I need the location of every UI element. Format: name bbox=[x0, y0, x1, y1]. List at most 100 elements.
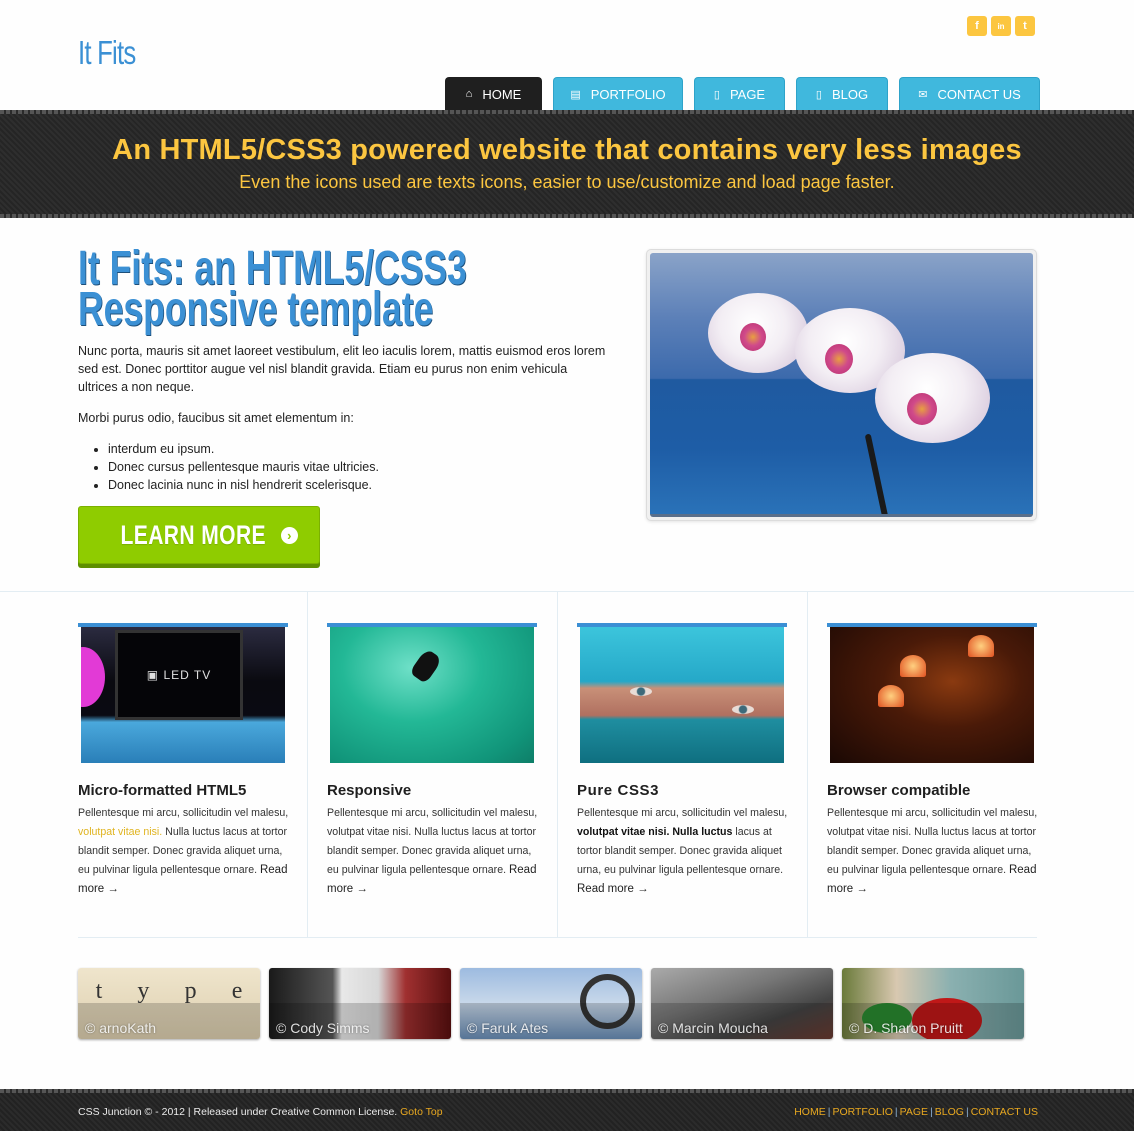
goto-top-link[interactable]: Goto Top bbox=[400, 1106, 442, 1118]
image-letter: y bbox=[137, 978, 150, 1004]
list-item: interdum eu ipsum. bbox=[108, 440, 608, 458]
gallery-caption: © Faruk Ates bbox=[467, 1020, 549, 1036]
gallery-thumb[interactable]: © Marcin Moucha bbox=[651, 968, 833, 1039]
text: Pellentesque mi arcu, sollicitudin vel m… bbox=[827, 807, 1038, 876]
gallery-caption: © D. Sharon Pruitt bbox=[849, 1020, 963, 1036]
bold-text: volutpat vitae nisi. Nulla luctus bbox=[577, 826, 733, 838]
feature-title: Browser compatible bbox=[827, 782, 971, 799]
separator: | bbox=[894, 1106, 898, 1118]
site-header: It Fits f in t ⌂ HOME ▤ PORTFOLIO ▯ PAGE… bbox=[0, 0, 1134, 110]
gallery-caption: © Cody Simms bbox=[276, 1020, 370, 1036]
nav-tab-label: PORTFOLIO bbox=[590, 86, 666, 102]
image-detail bbox=[900, 655, 926, 677]
nav-tab-label: PAGE bbox=[729, 86, 766, 102]
hero-paragraph: Nunc porta, mauris sit amet laoreet vest… bbox=[78, 344, 606, 394]
image-detail bbox=[580, 974, 635, 1029]
footer-link-home[interactable]: HOME bbox=[794, 1106, 826, 1118]
image-letter: e bbox=[231, 978, 243, 1004]
text: Pellentesque mi arcu, sollicitudin vel m… bbox=[577, 807, 788, 819]
text: Pellentesque mi arcu, sollicitudin vel m… bbox=[78, 807, 289, 819]
hero-image-orchid bbox=[650, 253, 1033, 517]
feature-card: Pure CSS3 Pellentesque mi arcu, sollicit… bbox=[577, 592, 797, 938]
chevron-right-circle-icon: › bbox=[280, 526, 298, 544]
main-nav: ⌂ HOME ▤ PORTFOLIO ▯ PAGE ▯ BLOG ✉ CONTA… bbox=[445, 77, 1040, 110]
notebook-icon: ▤ bbox=[570, 88, 581, 101]
image-detail: t y p e bbox=[78, 978, 260, 1005]
nav-tab-home[interactable]: ⌂ HOME bbox=[445, 77, 542, 110]
gallery-thumb[interactable]: © Cody Simms bbox=[269, 968, 451, 1039]
separator: | bbox=[930, 1106, 933, 1118]
feature-card: Browser compatible Pellentesque mi arcu,… bbox=[827, 592, 1047, 938]
image-detail bbox=[732, 705, 754, 714]
separator: | bbox=[827, 1106, 831, 1118]
feature-text: Pellentesque mi arcu, sollicitudin vel m… bbox=[327, 804, 542, 899]
orchid-flower bbox=[875, 353, 990, 443]
hero-bullet-list: interdum eu ipsum. Donec cursus pellente… bbox=[108, 440, 608, 494]
home-icon: ⌂ bbox=[465, 88, 473, 100]
nav-tab-portfolio[interactable]: ▤ PORTFOLIO bbox=[553, 77, 683, 110]
nav-tab-page[interactable]: ▯ PAGE bbox=[694, 77, 785, 110]
social-links: f in t bbox=[967, 16, 1035, 36]
column-divider bbox=[807, 592, 808, 938]
column-divider bbox=[557, 592, 558, 938]
separator: | bbox=[965, 1106, 969, 1118]
features-section: ▣ LED TV Micro-formatted HTML5 Pellentes… bbox=[0, 591, 1134, 938]
gallery-caption: © Marcin Moucha bbox=[658, 1020, 768, 1036]
footer-nav: HOME | PORTFOLIO | PAGE | BLOG | CONTACT US bbox=[794, 1106, 1038, 1118]
gallery-thumb[interactable]: © Faruk Ates bbox=[460, 968, 642, 1039]
feature-title: Responsive bbox=[327, 782, 412, 799]
image-detail bbox=[968, 635, 994, 657]
highlight-link[interactable]: volutpat vitae nisi. bbox=[78, 826, 162, 838]
gallery-caption: © arnoKath bbox=[85, 1020, 157, 1036]
feature-title: Pure CSS3 bbox=[577, 782, 660, 799]
gallery-thumb[interactable]: t y p e © arnoKath bbox=[78, 968, 260, 1039]
image-letter: p bbox=[184, 978, 197, 1004]
hero-image-frame bbox=[646, 249, 1037, 521]
banner-headline: An HTML5/CSS3 powered website that conta… bbox=[112, 134, 1022, 166]
footer-copyright: CSS Junction © - 2012 | Released under C… bbox=[78, 1106, 443, 1118]
hero-body: Nunc porta, mauris sit amet laoreet vest… bbox=[78, 342, 608, 494]
footer-link-blog[interactable]: BLOG bbox=[935, 1106, 964, 1118]
hero-paragraph: Morbi purus odio, faucibus sit amet elem… bbox=[78, 411, 354, 425]
image-detail bbox=[630, 687, 652, 696]
feature-text: Pellentesque mi arcu, sollicitudin vel m… bbox=[577, 804, 792, 899]
site-logo[interactable]: It Fits bbox=[78, 34, 136, 72]
nav-tab-contact[interactable]: ✉ CONTACT US bbox=[899, 77, 1040, 110]
copyright-text: CSS Junction © - 2012 | Released under C… bbox=[78, 1106, 401, 1118]
nav-tab-blog[interactable]: ▯ BLOG bbox=[796, 77, 888, 110]
feature-text: Pellentesque mi arcu, sollicitudin vel m… bbox=[78, 804, 293, 899]
feature-image[interactable] bbox=[830, 627, 1034, 763]
nav-tab-label: BLOG bbox=[831, 86, 869, 102]
image-detail bbox=[81, 647, 105, 707]
feature-image[interactable] bbox=[330, 627, 534, 763]
section-divider bbox=[78, 937, 1037, 938]
photo-gallery: t y p e © arnoKath © Cody Simms © Faruk … bbox=[78, 968, 1024, 1039]
learn-more-button[interactable]: LEARN MORE › bbox=[78, 506, 320, 564]
feature-image[interactable]: ▣ LED TV bbox=[81, 627, 285, 763]
facebook-icon[interactable]: f bbox=[967, 16, 987, 36]
feature-card: ▣ LED TV Micro-formatted HTML5 Pellentes… bbox=[78, 592, 298, 938]
image-detail: ▣ LED TV bbox=[115, 630, 243, 720]
feature-card: Responsive Pellentesque mi arcu, sollici… bbox=[327, 592, 547, 938]
footer-link-portfolio[interactable]: PORTFOLIO bbox=[832, 1106, 892, 1118]
footer-link-page[interactable]: PAGE bbox=[900, 1106, 928, 1118]
envelope-icon: ✉ bbox=[918, 88, 928, 101]
text: Pellentesque mi arcu, sollicitudin vel m… bbox=[327, 807, 538, 876]
learn-more-label: LEARN MORE bbox=[120, 519, 267, 550]
read-more-link[interactable]: Read more → bbox=[577, 883, 649, 895]
nav-tab-label: HOME bbox=[482, 86, 522, 102]
linkedin-icon[interactable]: in bbox=[991, 16, 1011, 36]
footer-link-contact[interactable]: CONTACT US bbox=[971, 1106, 1038, 1118]
image-detail bbox=[409, 647, 443, 685]
feature-image[interactable] bbox=[580, 627, 784, 763]
hero-title-line: Responsive template bbox=[78, 283, 434, 336]
gallery-thumb[interactable]: © D. Sharon Pruitt bbox=[842, 968, 1024, 1039]
list-item: Donec lacinia nunc in nisl hendrerit sce… bbox=[108, 476, 608, 494]
feature-title: Micro-formatted HTML5 bbox=[78, 782, 247, 799]
twitter-icon[interactable]: t bbox=[1015, 16, 1035, 36]
orchid-stem bbox=[864, 433, 892, 514]
tagline-banner: An HTML5/CSS3 powered website that conta… bbox=[0, 110, 1134, 218]
image-detail bbox=[878, 685, 904, 707]
list-item: Donec cursus pellentesque mauris vitae u… bbox=[108, 458, 608, 476]
feature-text: Pellentesque mi arcu, sollicitudin vel m… bbox=[827, 804, 1042, 899]
